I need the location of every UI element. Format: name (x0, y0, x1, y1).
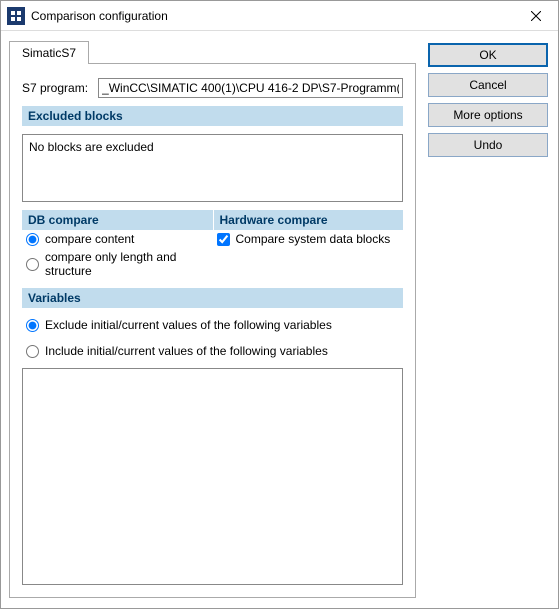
close-button[interactable] (513, 1, 558, 30)
excluded-blocks-text: No blocks are excluded (29, 140, 154, 154)
radio-vars-include-input[interactable] (26, 345, 39, 358)
close-icon (531, 11, 541, 21)
radio-compare-content-label: compare content (45, 232, 134, 246)
radio-compare-content-input[interactable] (26, 233, 39, 246)
radio-compare-length-label: compare only length and structure (45, 250, 209, 278)
db-compare-col: DB compare compare content compare only … (22, 210, 213, 280)
section-excluded-blocks: Excluded blocks (22, 106, 403, 126)
ok-button[interactable]: OK (428, 43, 548, 67)
section-hw-compare: Hardware compare (213, 210, 404, 230)
more-options-button[interactable]: More options (428, 103, 548, 127)
radio-vars-include[interactable]: Include initial/current values of the fo… (22, 342, 403, 360)
radio-compare-length-input[interactable] (26, 258, 39, 271)
cancel-button[interactable]: Cancel (428, 73, 548, 97)
radio-vars-exclude[interactable]: Exclude initial/current values of the fo… (22, 316, 403, 334)
tab-panel: S7 program: Excluded blocks No blocks ar… (9, 63, 416, 598)
hw-compare-col: Hardware compare Compare system data blo… (213, 210, 404, 280)
radio-vars-exclude-input[interactable] (26, 319, 39, 332)
compare-columns: DB compare compare content compare only … (22, 210, 403, 280)
section-variables: Variables (22, 288, 403, 308)
left-pane: SimaticS7 S7 program: Excluded blocks No… (9, 41, 416, 598)
client-area: SimaticS7 S7 program: Excluded blocks No… (1, 31, 558, 608)
excluded-blocks-list[interactable]: No blocks are excluded (22, 134, 403, 202)
checkbox-sysdata-label: Compare system data blocks (236, 232, 391, 246)
app-icon (7, 7, 25, 25)
checkbox-sysdata-input[interactable] (217, 233, 230, 246)
undo-button[interactable]: Undo (428, 133, 548, 157)
s7-program-label: S7 program: (22, 81, 88, 95)
radio-vars-include-label: Include initial/current values of the fo… (45, 344, 328, 358)
variables-list[interactable] (22, 368, 403, 585)
tab-simatics7[interactable]: SimaticS7 (9, 41, 89, 64)
section-db-compare: DB compare (22, 210, 213, 230)
window-title: Comparison configuration (31, 9, 513, 23)
s7-program-row: S7 program: (22, 78, 403, 98)
radio-compare-content[interactable]: compare content (22, 230, 213, 248)
radio-vars-exclude-label: Exclude initial/current values of the fo… (45, 318, 332, 332)
radio-compare-length[interactable]: compare only length and structure (22, 248, 213, 280)
button-column: OK Cancel More options Undo (428, 41, 548, 598)
tabstrip: SimaticS7 (9, 41, 416, 63)
dialog-window: Comparison configuration SimaticS7 S7 pr… (0, 0, 559, 609)
checkbox-sysdata[interactable]: Compare system data blocks (213, 230, 404, 248)
s7-program-input[interactable] (98, 78, 403, 98)
titlebar: Comparison configuration (1, 1, 558, 31)
